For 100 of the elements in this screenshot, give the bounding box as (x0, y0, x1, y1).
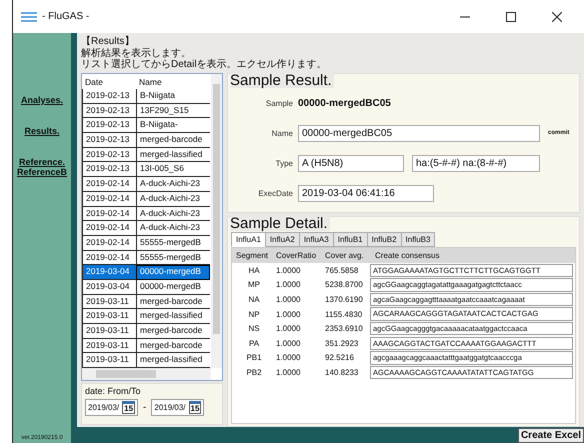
ratio-cell-text: 1.0000 (275, 310, 302, 319)
name-cell[interactable]: 55555-mergedB (136, 250, 210, 266)
date-cell[interactable]: 2019-03-11 (82, 294, 136, 310)
ratio-cell-text: 1.0000 (275, 353, 302, 362)
panel-title: Sample Detail. (230, 216, 330, 231)
name-cell[interactable]: merged-lassified (136, 148, 210, 162)
date-cell[interactable]: 2019-03-04 (82, 280, 136, 295)
tab[interactable]: InfluA3 (298, 232, 334, 247)
tab[interactable]: InfluB2 (366, 232, 402, 247)
panel-title: Sample Result. (230, 73, 334, 88)
date-cell[interactable]: 2019-03-11 (82, 353, 136, 368)
sidebar-link[interactable]: Results. (24, 126, 60, 136)
column-header: CoverRatio (275, 251, 318, 260)
segment-cell-text: PA (248, 338, 260, 348)
window-title: - FluGAS - (42, 11, 90, 22)
date-cell[interactable]: 2019-02-13 (82, 89, 136, 104)
segment-cell-text: NP (247, 310, 261, 319)
avg-cell-text: 351.2923 (324, 338, 360, 348)
range-separator: - (143, 402, 146, 413)
name-cell[interactable]: merged-barcode (136, 338, 210, 354)
vertical-scrollbar[interactable] (211, 74, 222, 368)
date-picker[interactable]: 2019/03/ 15 (151, 399, 204, 416)
column-header: Create consensus (374, 251, 440, 260)
date-cell[interactable]: 2019-02-13 (82, 148, 136, 162)
name-cell[interactable]: B-Niigata- (136, 118, 210, 134)
name-cell[interactable]: merged-barcode (136, 133, 210, 148)
date-cell[interactable]: 2019-02-13 (82, 162, 136, 178)
subtype-field[interactable]: ha:(5-#-#) na:(8-#-#) (412, 154, 540, 172)
create-excel-button[interactable]: Create Excel (518, 428, 584, 443)
sidebar-link[interactable]: Analyses. (20, 95, 64, 105)
field-label: Type (274, 158, 294, 168)
sidebar-link[interactable]: ReferenceB (16, 167, 68, 177)
group-label: date: From/To (85, 385, 142, 397)
segment-cell-text: NS (247, 324, 261, 334)
calendar-icon[interactable]: 15 (122, 401, 136, 414)
field-label: Sample (264, 98, 294, 108)
app-icon (21, 10, 37, 22)
tab[interactable]: InfluB3 (400, 232, 436, 247)
date-cell[interactable]: 2019-02-13 (82, 118, 136, 134)
column-header: Cover avg. (324, 251, 365, 260)
name-cell[interactable]: 13I-005_S6 (136, 162, 210, 178)
name-cell[interactable]: merged-lassified (136, 309, 210, 324)
segment-cell-text: HA (247, 266, 261, 275)
date-cell[interactable]: 2019-02-14 (82, 236, 136, 251)
maximize-icon[interactable] (506, 12, 516, 22)
tab[interactable]: InfluB1 (332, 232, 368, 247)
column-header: Segment (235, 251, 270, 260)
ratio-cell-text: 1.0000 (275, 294, 302, 304)
horizontal-scrollbar[interactable] (82, 368, 211, 380)
name-cell[interactable]: B-Niigata (136, 89, 210, 104)
date-cell[interactable]: 2019-02-13 (82, 133, 136, 148)
header-title: 【Results】 (81, 36, 136, 48)
ratio-cell-text: 1.0000 (275, 266, 302, 275)
avg-cell-text: 5238.8700 (324, 280, 364, 290)
date-cell[interactable]: 2019-02-14 (82, 221, 136, 236)
date-picker[interactable]: 2019/03/ 15 (85, 399, 138, 416)
name-cell[interactable]: 00000-mergedB (136, 265, 210, 280)
date-cell[interactable]: 2019-02-14 (82, 250, 136, 266)
name-cell[interactable]: merged-barcode (136, 324, 210, 339)
segment-cell-text: NA (247, 294, 261, 304)
header-text: リスト選択してからDetailを表示。エクセル作ります。 (81, 59, 328, 70)
avg-cell-text: 140.8233 (324, 368, 360, 377)
sidebar-link[interactable]: Reference. (18, 157, 66, 167)
tab[interactable]: InfluA1 (231, 232, 266, 247)
date-cell[interactable]: 2019-03-11 (82, 338, 136, 354)
calendar-icon[interactable]: 15 (188, 401, 202, 414)
date-cell[interactable]: 2019-03-11 (82, 309, 136, 324)
name-cell[interactable]: A-duck-Aichi-23 (136, 177, 210, 192)
name-cell[interactable]: 00000-mergedB (136, 280, 210, 295)
close-icon[interactable] (552, 12, 562, 22)
name-cell[interactable]: 13F290_S15 (136, 104, 210, 118)
ratio-cell-text: 1.0000 (275, 280, 302, 290)
ratio-cell-text: 1.0000 (275, 338, 302, 348)
segment-cell-text: MP (247, 280, 261, 290)
date-cell[interactable]: 2019-03-11 (82, 324, 136, 339)
date-cell[interactable]: 2019-02-14 (82, 192, 136, 206)
date-cell[interactable]: 2019-02-14 (82, 206, 136, 222)
column-header: Date (84, 76, 104, 86)
segment-cell-text: PB2 (245, 368, 263, 377)
ratio-cell-text: 1.0000 (275, 368, 302, 377)
name-cell[interactable]: A-duck-Aichi-23 (136, 206, 210, 222)
ratio-cell-text: 1.0000 (275, 324, 302, 334)
name-cell[interactable]: A-duck-Aichi-23 (136, 221, 210, 236)
name-cell[interactable]: merged-barcode (136, 294, 210, 310)
field-label: ExecDate (257, 188, 294, 198)
field-label: Name (270, 128, 294, 138)
exec-date-field[interactable]: 2019-03-04 06:41:16 (298, 184, 434, 202)
avg-cell-text: 1155.4830 (324, 310, 364, 319)
avg-cell-text: 765.5858 (324, 266, 360, 275)
date-cell[interactable]: 2019-02-13 (82, 104, 136, 118)
avg-cell-text: 1370.6190 (324, 294, 364, 304)
tab[interactable]: InfluA2 (264, 232, 300, 247)
type-field[interactable]: A (H5N8) (298, 154, 404, 172)
name-field[interactable]: 00000-mergedBC05 (298, 124, 540, 142)
name-cell[interactable]: merged-lassified (136, 353, 210, 368)
avg-cell-text: 92.5216 (324, 353, 355, 362)
name-cell[interactable]: A-duck-Aichi-23 (136, 192, 210, 206)
name-cell[interactable]: 55555-mergedB (136, 236, 210, 251)
date-cell[interactable]: 2019-02-14 (82, 177, 136, 192)
date-cell[interactable]: 2019-03-04 (82, 265, 136, 280)
